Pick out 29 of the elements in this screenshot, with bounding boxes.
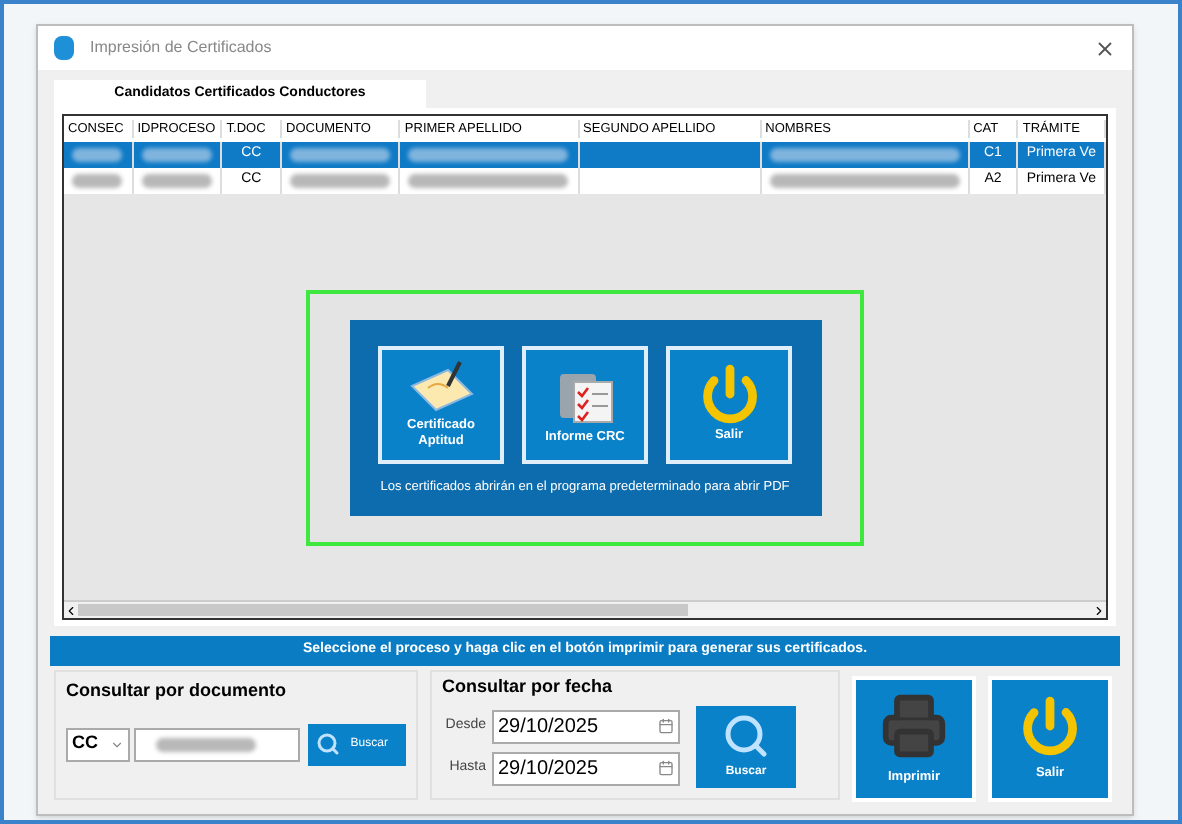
scroll-right-icon[interactable] [1092,603,1106,617]
printer-icon [880,691,948,760]
scrollbar-thumb[interactable] [78,604,688,616]
blurred-text [141,148,212,162]
scroll-left-icon[interactable] [64,603,78,617]
blurred-text [72,174,123,188]
chevron-down-icon [109,737,124,751]
group-title: Consultar por documento [66,678,288,704]
blurred-text [72,148,123,162]
document-field[interactable] [133,727,301,761]
window-title: Impresión de Certificados [90,36,272,60]
horizontal-scrollbar[interactable] [64,600,1106,618]
power-icon [699,364,759,424]
calendar-icon[interactable] [658,718,674,734]
power-icon [1020,695,1080,756]
date-picker[interactable]: 29/10/2025 [492,751,680,785]
blurred-text [141,174,212,188]
search-icon [722,711,770,759]
app-icon [54,36,74,60]
blurred-text [290,148,391,162]
blurred-text [155,737,256,751]
group-title: Consultar por fecha [442,674,615,700]
close-icon[interactable] [1094,37,1116,59]
doc-type-dropdown[interactable]: CC [66,727,130,761]
search-icon [316,732,341,756]
date-picker[interactable]: 29/10/2025 [492,709,680,743]
blurred-text [290,174,391,188]
certificate-drawing [407,358,475,414]
calendar-icon[interactable] [658,760,674,776]
